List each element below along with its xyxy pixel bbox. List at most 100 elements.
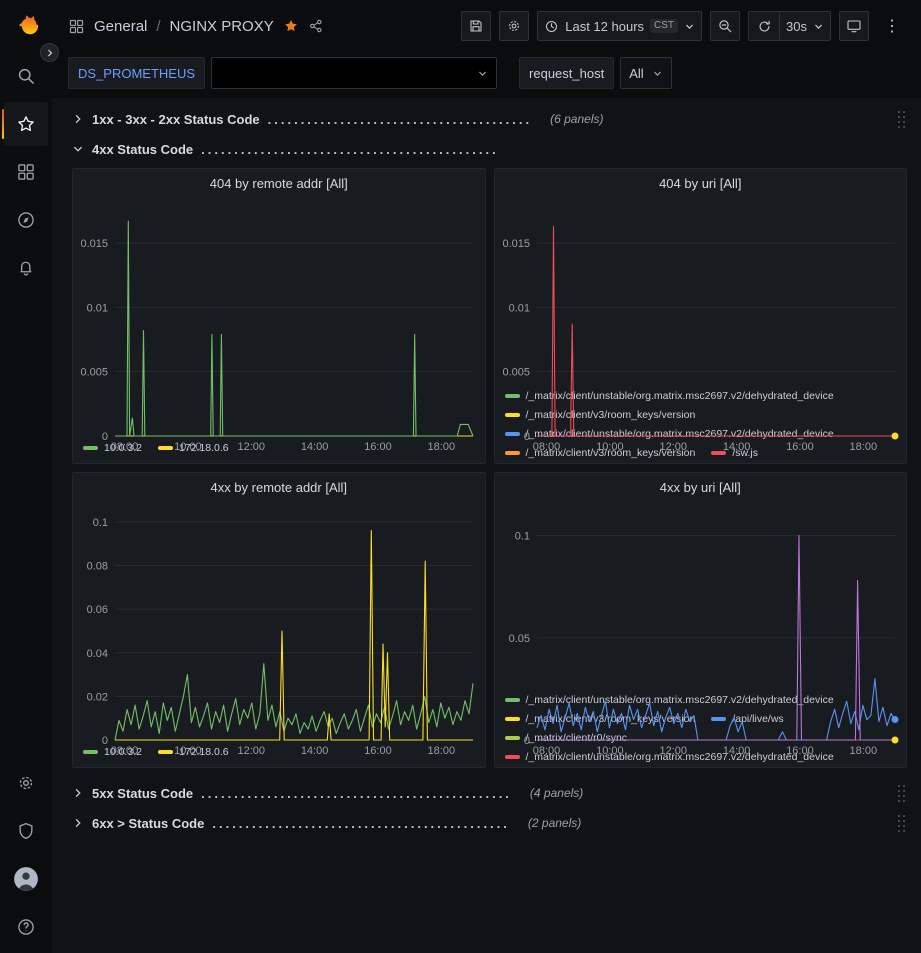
svg-text:10:00: 10:00	[596, 441, 624, 453]
svg-text:16:00: 16:00	[364, 441, 392, 453]
panel-4xx-by-uri: 4xx by uri [All] 00.050.108:0010:0012:00…	[494, 472, 908, 768]
chevron-down-icon	[72, 143, 84, 155]
row-title-dots: ........................................…	[212, 816, 510, 831]
row-title: 5xx Status Code	[92, 786, 193, 801]
sidebar-item-help[interactable]	[4, 905, 48, 949]
svg-text:10:00: 10:00	[174, 745, 202, 757]
timeseries-chart[interactable]: 00.050.108:0010:0012:0014:0016:0018:00	[495, 503, 907, 689]
timeseries-chart[interactable]: 00.0050.010.01508:0010:0012:0014:0016:00…	[495, 199, 907, 385]
svg-text:18:00: 18:00	[428, 745, 456, 757]
request-host-variable-value[interactable]: All	[620, 57, 671, 89]
panel-4xx-by-remote-addr: 4xx by remote addr [All] 00.020.040.060.…	[72, 472, 486, 768]
kebab-menu-button[interactable]: ⋮	[877, 11, 907, 41]
dashboard-settings-button[interactable]	[499, 11, 529, 41]
panel-title[interactable]: 4xx by remote addr [All]	[73, 473, 485, 503]
svg-text:0.015: 0.015	[502, 238, 530, 250]
svg-text:08:00: 08:00	[532, 441, 560, 453]
favorite-star-icon[interactable]	[283, 18, 299, 34]
svg-text:0: 0	[523, 431, 529, 443]
panel-404-by-uri: 404 by uri [All] 00.0050.010.01508:0010:…	[494, 168, 908, 464]
svg-text:12:00: 12:00	[237, 441, 265, 453]
refresh-icon	[757, 19, 772, 34]
panel-title[interactable]: 4xx by uri [All]	[495, 473, 907, 503]
chevron-right-icon	[72, 817, 84, 829]
zoom-out-time-button[interactable]	[710, 11, 740, 41]
row-header-4xx[interactable]: 4xx Status Code ........................…	[72, 134, 907, 164]
svg-text:0.1: 0.1	[93, 517, 108, 529]
save-icon	[468, 18, 484, 34]
avatar	[13, 866, 39, 892]
svg-text:16:00: 16:00	[786, 441, 814, 453]
row-header-6xx[interactable]: 6xx > Status Code ......................…	[72, 808, 907, 838]
variables-submenu: DS_PROMETHEUS request_host All	[52, 52, 921, 98]
svg-text:12:00: 12:00	[659, 441, 687, 453]
page-title: NGINX PROXY	[170, 18, 274, 35]
svg-text:14:00: 14:00	[722, 441, 750, 453]
row-title-dots: ........................................…	[201, 142, 499, 157]
sidebar-item-alerting[interactable]	[4, 246, 48, 290]
svg-text:0.06: 0.06	[87, 604, 108, 616]
refresh-button[interactable]	[749, 12, 779, 40]
breadcrumb-section[interactable]: General	[94, 18, 147, 35]
timeseries-chart[interactable]: 00.020.040.060.080.108:0010:0012:0014:00…	[73, 503, 485, 741]
kebab-icon: ⋮	[884, 16, 900, 36]
row-drag-handle[interactable]	[897, 814, 907, 832]
datasource-variable-label[interactable]: DS_PROMETHEUS	[68, 57, 205, 89]
chevron-right-icon	[45, 48, 55, 58]
request-host-variable: request_host All	[519, 57, 672, 89]
refresh-interval-picker[interactable]: 30s	[779, 12, 830, 40]
star-icon	[16, 114, 36, 134]
refresh-button-group: 30s	[748, 11, 831, 41]
grafana-app: General / NGINX PROXY	[0, 0, 921, 953]
timeseries-chart[interactable]: 00.0050.010.01508:0010:0012:0014:0016:00…	[73, 199, 485, 437]
zoom-out-icon	[717, 18, 733, 34]
svg-text:0.015: 0.015	[80, 238, 108, 250]
panel-title[interactable]: 404 by uri [All]	[495, 169, 907, 199]
row-drag-handle[interactable]	[897, 110, 907, 128]
sidebar	[0, 0, 52, 953]
dashboard-canvas: 1xx - 3xx - 2xx Status Code ............…	[52, 98, 921, 953]
breadcrumb: General / NGINX PROXY	[68, 18, 324, 35]
bell-icon	[16, 258, 36, 278]
row-header-1xx-3xx-2xx[interactable]: 1xx - 3xx - 2xx Status Code ............…	[72, 104, 907, 134]
refresh-interval-label: 30s	[786, 19, 807, 34]
sidebar-item-dashboards[interactable]	[4, 150, 48, 194]
row-drag-handle[interactable]	[897, 784, 907, 802]
chevron-down-icon	[813, 21, 824, 32]
svg-text:16:00: 16:00	[786, 745, 814, 757]
svg-text:10:00: 10:00	[596, 745, 624, 757]
svg-text:10:00: 10:00	[174, 441, 202, 453]
save-dashboard-button[interactable]	[461, 11, 491, 41]
row-title: 1xx - 3xx - 2xx Status Code	[92, 112, 260, 127]
svg-text:08:00: 08:00	[111, 745, 139, 757]
svg-text:18:00: 18:00	[849, 745, 877, 757]
svg-text:08:00: 08:00	[111, 441, 139, 453]
svg-text:14:00: 14:00	[301, 441, 329, 453]
datasource-variable-value[interactable]	[211, 57, 497, 89]
svg-text:0.1: 0.1	[514, 531, 529, 543]
time-range-picker[interactable]: Last 12 hours CST	[537, 11, 702, 41]
svg-text:0.01: 0.01	[508, 302, 529, 314]
share-icon[interactable]	[308, 18, 324, 34]
sidebar-item-server-admin[interactable]	[4, 809, 48, 853]
panel-title[interactable]: 404 by remote addr [All]	[73, 169, 485, 199]
timezone-badge: CST	[650, 19, 678, 33]
panel-grid: 404 by remote addr [All] 00.0050.010.015…	[72, 168, 907, 768]
sidebar-expand-button[interactable]	[40, 43, 59, 62]
compass-icon	[16, 210, 36, 230]
chevron-right-icon	[72, 113, 84, 125]
sidebar-item-search[interactable]	[4, 54, 48, 98]
sidebar-item-profile[interactable]	[4, 857, 48, 901]
row-header-5xx[interactable]: 5xx Status Code ........................…	[72, 778, 907, 808]
apps-grid-icon	[68, 18, 85, 35]
svg-text:18:00: 18:00	[849, 441, 877, 453]
svg-text:16:00: 16:00	[364, 745, 392, 757]
row-panel-count: (2 panels)	[528, 816, 581, 830]
sidebar-item-explore[interactable]	[4, 198, 48, 242]
time-range-label: Last 12 hours	[565, 19, 644, 34]
cycle-view-mode-button[interactable]	[839, 11, 869, 41]
sidebar-item-starred[interactable]	[4, 102, 48, 146]
request-host-variable-label[interactable]: request_host	[519, 57, 614, 89]
request-host-value-text: All	[629, 66, 643, 81]
sidebar-item-configuration[interactable]	[4, 761, 48, 805]
